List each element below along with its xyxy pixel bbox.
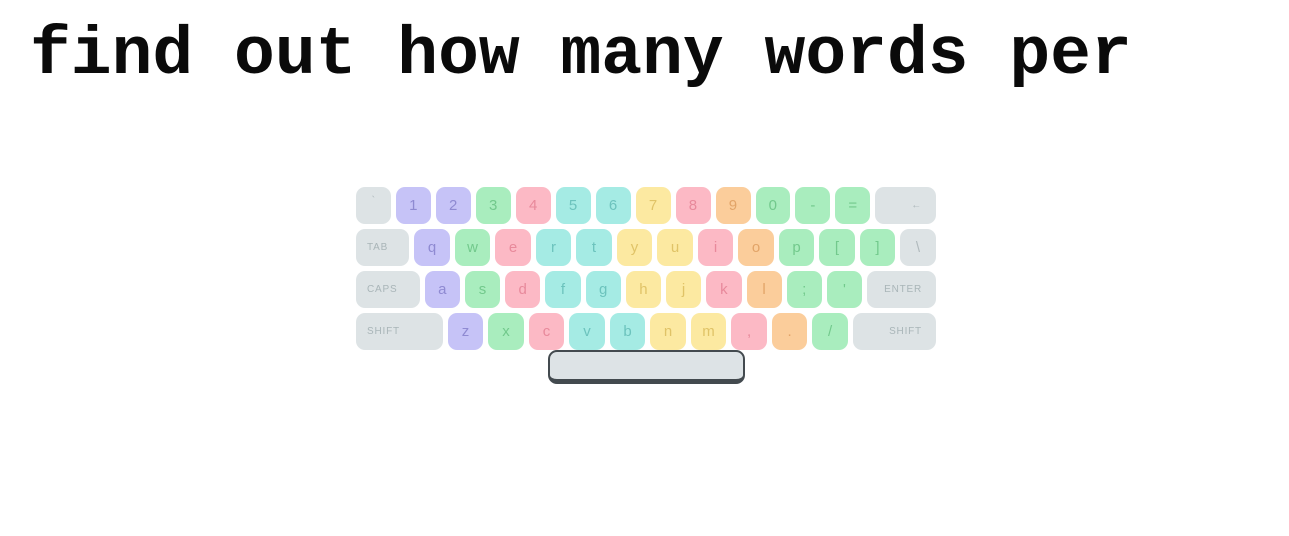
key-8[interactable]: 8 xyxy=(675,187,711,224)
key-tab[interactable]: TAB xyxy=(356,229,410,266)
keyboard-row-bottom-letter-row: SHIFT z x c v b n m,. / SHIFT xyxy=(356,313,936,350)
key-l[interactable]: l xyxy=(746,271,782,308)
key-shift-right[interactable]: SHIFT xyxy=(852,313,936,350)
key-k[interactable]: k xyxy=(706,271,742,308)
key-1[interactable]: 1 xyxy=(395,187,431,224)
key-bracket-left[interactable]: [ xyxy=(819,229,855,266)
key-0[interactable]: 0 xyxy=(755,187,791,224)
key-backspace[interactable]: ← xyxy=(875,187,936,224)
key-3[interactable]: 3 xyxy=(475,187,511,224)
key-q[interactable]: q xyxy=(414,229,450,266)
key-v[interactable]: v xyxy=(569,313,605,350)
key-9[interactable]: 9 xyxy=(715,187,751,224)
key-c[interactable]: c xyxy=(528,313,565,350)
key-bracket-right[interactable]: ] xyxy=(859,229,896,266)
key-t[interactable]: t xyxy=(576,229,612,266)
key-backslash[interactable]: \ xyxy=(900,229,936,266)
key-b[interactable]: b xyxy=(609,313,646,350)
key-y[interactable]: y xyxy=(616,229,653,266)
key-comma[interactable]: , xyxy=(731,313,767,350)
keyboard-row-number-row: ` 1 2 3 4 5 6 7 8 9 0- = ← xyxy=(356,187,936,224)
key-z[interactable]: z xyxy=(447,313,484,350)
key-s[interactable]: s xyxy=(465,271,501,308)
key-7[interactable]: 7 xyxy=(635,187,671,224)
key-f[interactable]: f xyxy=(545,271,581,308)
key-u[interactable]: u xyxy=(657,229,693,266)
key-slash[interactable]: / xyxy=(812,313,848,350)
key-w[interactable]: w xyxy=(454,229,491,266)
key-i[interactable]: i xyxy=(697,229,734,266)
key-a[interactable]: a xyxy=(424,271,461,308)
key-o[interactable]: o xyxy=(738,229,774,266)
key-6[interactable]: 6 xyxy=(595,187,631,224)
key-d[interactable]: d xyxy=(505,271,541,308)
spacebar-row xyxy=(548,350,748,384)
key-caps-lock[interactable]: CAPS xyxy=(356,271,420,308)
key-n[interactable]: n xyxy=(650,313,686,350)
key-backtick[interactable]: ` xyxy=(356,187,391,224)
key-4[interactable]: 4 xyxy=(515,187,551,224)
key-g[interactable]: g xyxy=(585,271,621,308)
key-e[interactable]: e xyxy=(495,229,531,266)
key-5[interactable]: 5 xyxy=(555,187,591,224)
key-equals[interactable]: = xyxy=(835,187,871,224)
key-space[interactable] xyxy=(548,350,745,384)
virtual-keyboard: ` 1 2 3 4 5 6 7 8 9 0- = ← TAB q w e r t y u i o p[] \ CAPS a s d f g h… xyxy=(356,187,937,384)
key-shift-left[interactable]: SHIFT xyxy=(356,313,443,350)
key-j[interactable]: j xyxy=(666,271,702,308)
key-h[interactable]: h xyxy=(625,271,662,308)
key-apostrophe[interactable]: ' xyxy=(827,271,863,308)
keyboard-row-home-row: CAPS a s d f g h j k l; ' ENTER xyxy=(356,271,937,308)
keyboard-row-top-letter-row: TAB q w e r t y u i o p[] \ xyxy=(356,229,936,266)
key-m[interactable]: m xyxy=(690,313,727,350)
typing-prompt-text: find out how many words per xyxy=(30,17,1132,94)
key-semicolon[interactable]: ; xyxy=(786,271,823,308)
key-x[interactable]: x xyxy=(488,313,524,350)
backtick-glyph: ` xyxy=(371,195,376,207)
key-period[interactable]: . xyxy=(771,313,808,350)
key-minus[interactable]: - xyxy=(795,187,831,224)
key-p[interactable]: p xyxy=(778,229,815,266)
key-2[interactable]: 2 xyxy=(435,187,471,224)
key-r[interactable]: r xyxy=(535,229,572,266)
key-enter[interactable]: ENTER xyxy=(867,271,937,308)
